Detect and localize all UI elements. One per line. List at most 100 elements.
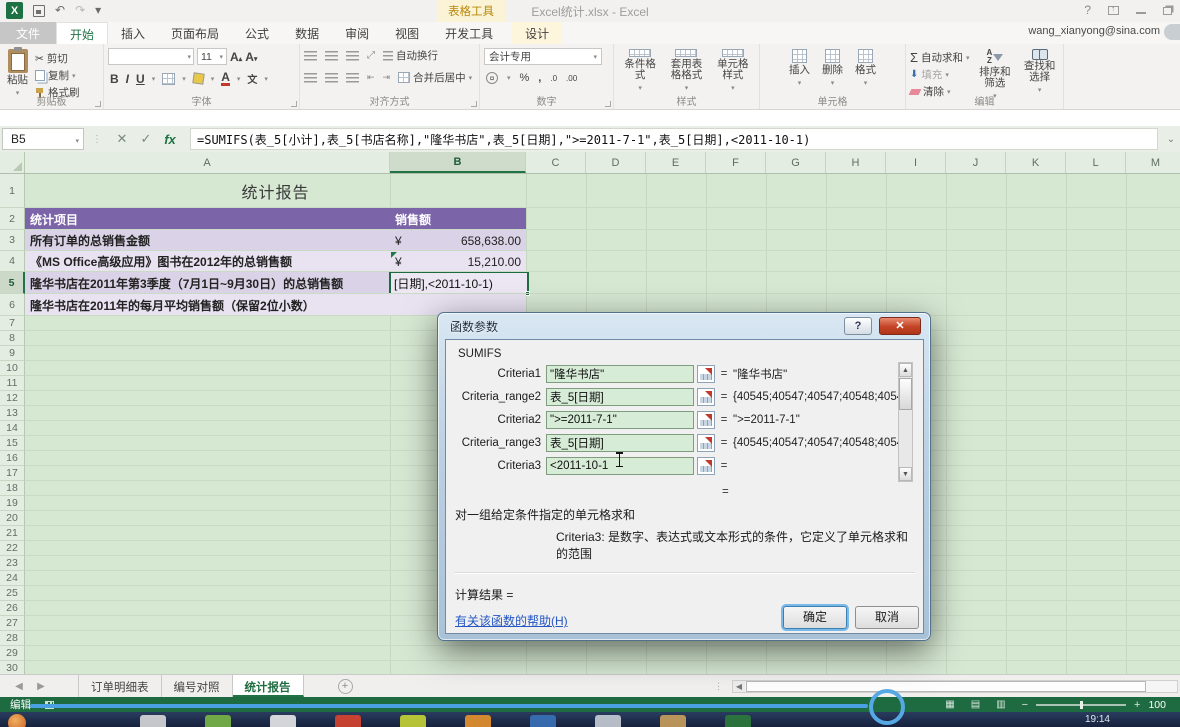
cell-styles-button[interactable]: 单元格样式▾	[711, 48, 755, 95]
page-break-view-icon[interactable]: ▥	[996, 699, 1005, 710]
align-right-icon[interactable]	[346, 73, 359, 83]
range-selector-icon[interactable]	[697, 411, 715, 429]
italic-button[interactable]: I	[126, 72, 129, 86]
row-header-5[interactable]: 5	[0, 272, 25, 294]
scrollbar-thumb[interactable]	[899, 378, 912, 410]
column-header-G[interactable]: G	[766, 152, 826, 173]
minimize-icon[interactable]	[1136, 12, 1146, 14]
align-left-icon[interactable]	[304, 73, 317, 83]
column-header-F[interactable]: F	[706, 152, 766, 173]
row-header-18[interactable]: 18	[0, 481, 25, 496]
param-input-Criteria_range2[interactable]: 表_5[日期]	[546, 388, 694, 406]
row-header-29[interactable]: 29	[0, 646, 25, 661]
ribbon-options-icon[interactable]	[1108, 6, 1119, 15]
column-header-A[interactable]: A	[25, 152, 390, 173]
row-header-24[interactable]: 24	[0, 571, 25, 586]
dialog-help-button[interactable]: ?	[844, 317, 872, 335]
zoom-out-icon[interactable]: −	[1022, 699, 1028, 711]
select-all-corner[interactable]	[0, 152, 25, 173]
taskbar-app-icon[interactable]	[595, 715, 621, 727]
percent-style-button[interactable]: %	[520, 72, 530, 84]
autosum-button[interactable]: Σ自动求和▾	[910, 50, 970, 65]
param-input-Criteria1[interactable]: "隆华书店"	[546, 365, 694, 383]
range-selector-icon[interactable]	[697, 434, 715, 452]
ribbon-tab-审阅[interactable]: 审阅	[332, 22, 382, 44]
column-header-K[interactable]: K	[1006, 152, 1066, 173]
sheet-tab-订单明细表[interactable]: 订单明细表	[78, 675, 162, 697]
decrease-indent-icon[interactable]: ⇤	[367, 72, 375, 83]
ok-button[interactable]: 确定	[783, 606, 847, 629]
row-header-19[interactable]: 19	[0, 496, 25, 511]
row-header-7[interactable]: 7	[0, 316, 25, 331]
row-header-25[interactable]: 25	[0, 586, 25, 601]
video-progress-handle[interactable]	[869, 689, 905, 725]
sheet-nav-right-icon[interactable]: ▶	[30, 681, 52, 692]
row-header-4[interactable]: 4	[0, 251, 25, 272]
redo-icon[interactable]: ↷	[75, 2, 85, 19]
column-header-M[interactable]: M	[1126, 152, 1180, 173]
shrink-font-icon[interactable]: A▾	[245, 50, 257, 64]
underline-button[interactable]: U	[136, 72, 145, 86]
taskbar-app-icon[interactable]	[400, 715, 426, 727]
taskbar-app-icon[interactable]	[725, 715, 751, 727]
ribbon-tab-页面布局[interactable]: 页面布局	[158, 22, 232, 44]
page-layout-view-icon[interactable]: ▤	[971, 699, 980, 710]
account-name[interactable]: wang_xianyong@sina.com	[1028, 25, 1160, 37]
scroll-down-icon[interactable]: ▼	[899, 467, 912, 481]
zoom-level[interactable]: 100	[1148, 699, 1166, 711]
align-bottom-icon[interactable]	[346, 51, 359, 61]
phonetic-icon[interactable]: 文	[247, 71, 257, 86]
sheet-nav-left-icon[interactable]: ◀	[8, 681, 30, 692]
row-header-27[interactable]: 27	[0, 616, 25, 631]
orientation-icon[interactable]: ⤢	[367, 50, 375, 61]
ribbon-tab-数据[interactable]: 数据	[282, 22, 332, 44]
ribbon-tab-开发工具[interactable]: 开发工具	[432, 22, 506, 44]
sheet-tab-编号对照[interactable]: 编号对照	[162, 675, 233, 697]
row-header-6[interactable]: 6	[0, 294, 25, 316]
taskbar-app-icon[interactable]	[660, 715, 686, 727]
row-header-1[interactable]: 1	[0, 174, 25, 208]
insert-cells-button[interactable]: 插入▾	[786, 48, 813, 95]
row-header-10[interactable]: 10	[0, 361, 25, 376]
zoom-in-icon[interactable]: +	[1134, 699, 1140, 711]
insert-function-icon[interactable]: fx	[158, 132, 182, 147]
taskbar-app-icon[interactable]	[270, 715, 296, 727]
ribbon-tab-视图[interactable]: 视图	[382, 22, 432, 44]
dialog-title[interactable]: 函数参数	[450, 318, 498, 335]
font-size-select[interactable]: 11▾	[197, 48, 227, 65]
dialog-close-button[interactable]: ✕	[879, 317, 921, 335]
comma-style-button[interactable]: ,	[538, 72, 541, 84]
row-header-2[interactable]: 2	[0, 208, 25, 230]
row-header-9[interactable]: 9	[0, 346, 25, 361]
function-help-link[interactable]: 有关该函数的帮助(H)	[455, 612, 568, 629]
row-header-26[interactable]: 26	[0, 601, 25, 616]
format-cells-button[interactable]: 格式▾	[852, 48, 879, 95]
new-sheet-icon[interactable]: +	[338, 679, 353, 694]
report-title-cell[interactable]: 统计报告	[25, 174, 526, 208]
avatar[interactable]	[1164, 24, 1180, 40]
ribbon-tab-开始[interactable]: 开始	[56, 22, 108, 44]
param-input-Criteria2[interactable]: ">=2011-7-1"	[546, 411, 694, 429]
row-header-21[interactable]: 21	[0, 526, 25, 541]
format-as-table-button[interactable]: 套用表格格式▾	[664, 48, 708, 95]
conditional-formatting-button[interactable]: 条件格式▾	[618, 48, 662, 95]
expand-formula-bar-icon[interactable]: ⌄	[1162, 134, 1180, 145]
column-header-L[interactable]: L	[1066, 152, 1126, 173]
font-dialog-launcher[interactable]	[291, 101, 297, 107]
name-box[interactable]: B5▾	[2, 128, 84, 150]
parameter-scrollbar[interactable]: ▲ ▼	[898, 362, 913, 482]
range-selector-icon[interactable]	[697, 365, 715, 383]
taskbar-app-icon[interactable]	[530, 715, 556, 727]
row-header-22[interactable]: 22	[0, 541, 25, 556]
cell-a4[interactable]: 《MS Office高级应用》图书在2012年的总销售额	[25, 251, 390, 272]
sheet-tab-统计报告[interactable]: 统计报告	[233, 675, 304, 697]
taskbar-app-icon[interactable]	[465, 715, 491, 727]
column-header-B[interactable]: B	[390, 152, 526, 173]
restore-icon[interactable]	[1163, 7, 1172, 15]
row-header-14[interactable]: 14	[0, 421, 25, 436]
number-dialog-launcher[interactable]	[605, 101, 611, 107]
param-input-Criteria_range3[interactable]: 表_5[日期]	[546, 434, 694, 452]
table-header-a[interactable]: 统计项目	[25, 208, 390, 230]
copy-button[interactable]: 复制▾	[35, 68, 80, 83]
start-button-icon[interactable]	[8, 714, 26, 727]
